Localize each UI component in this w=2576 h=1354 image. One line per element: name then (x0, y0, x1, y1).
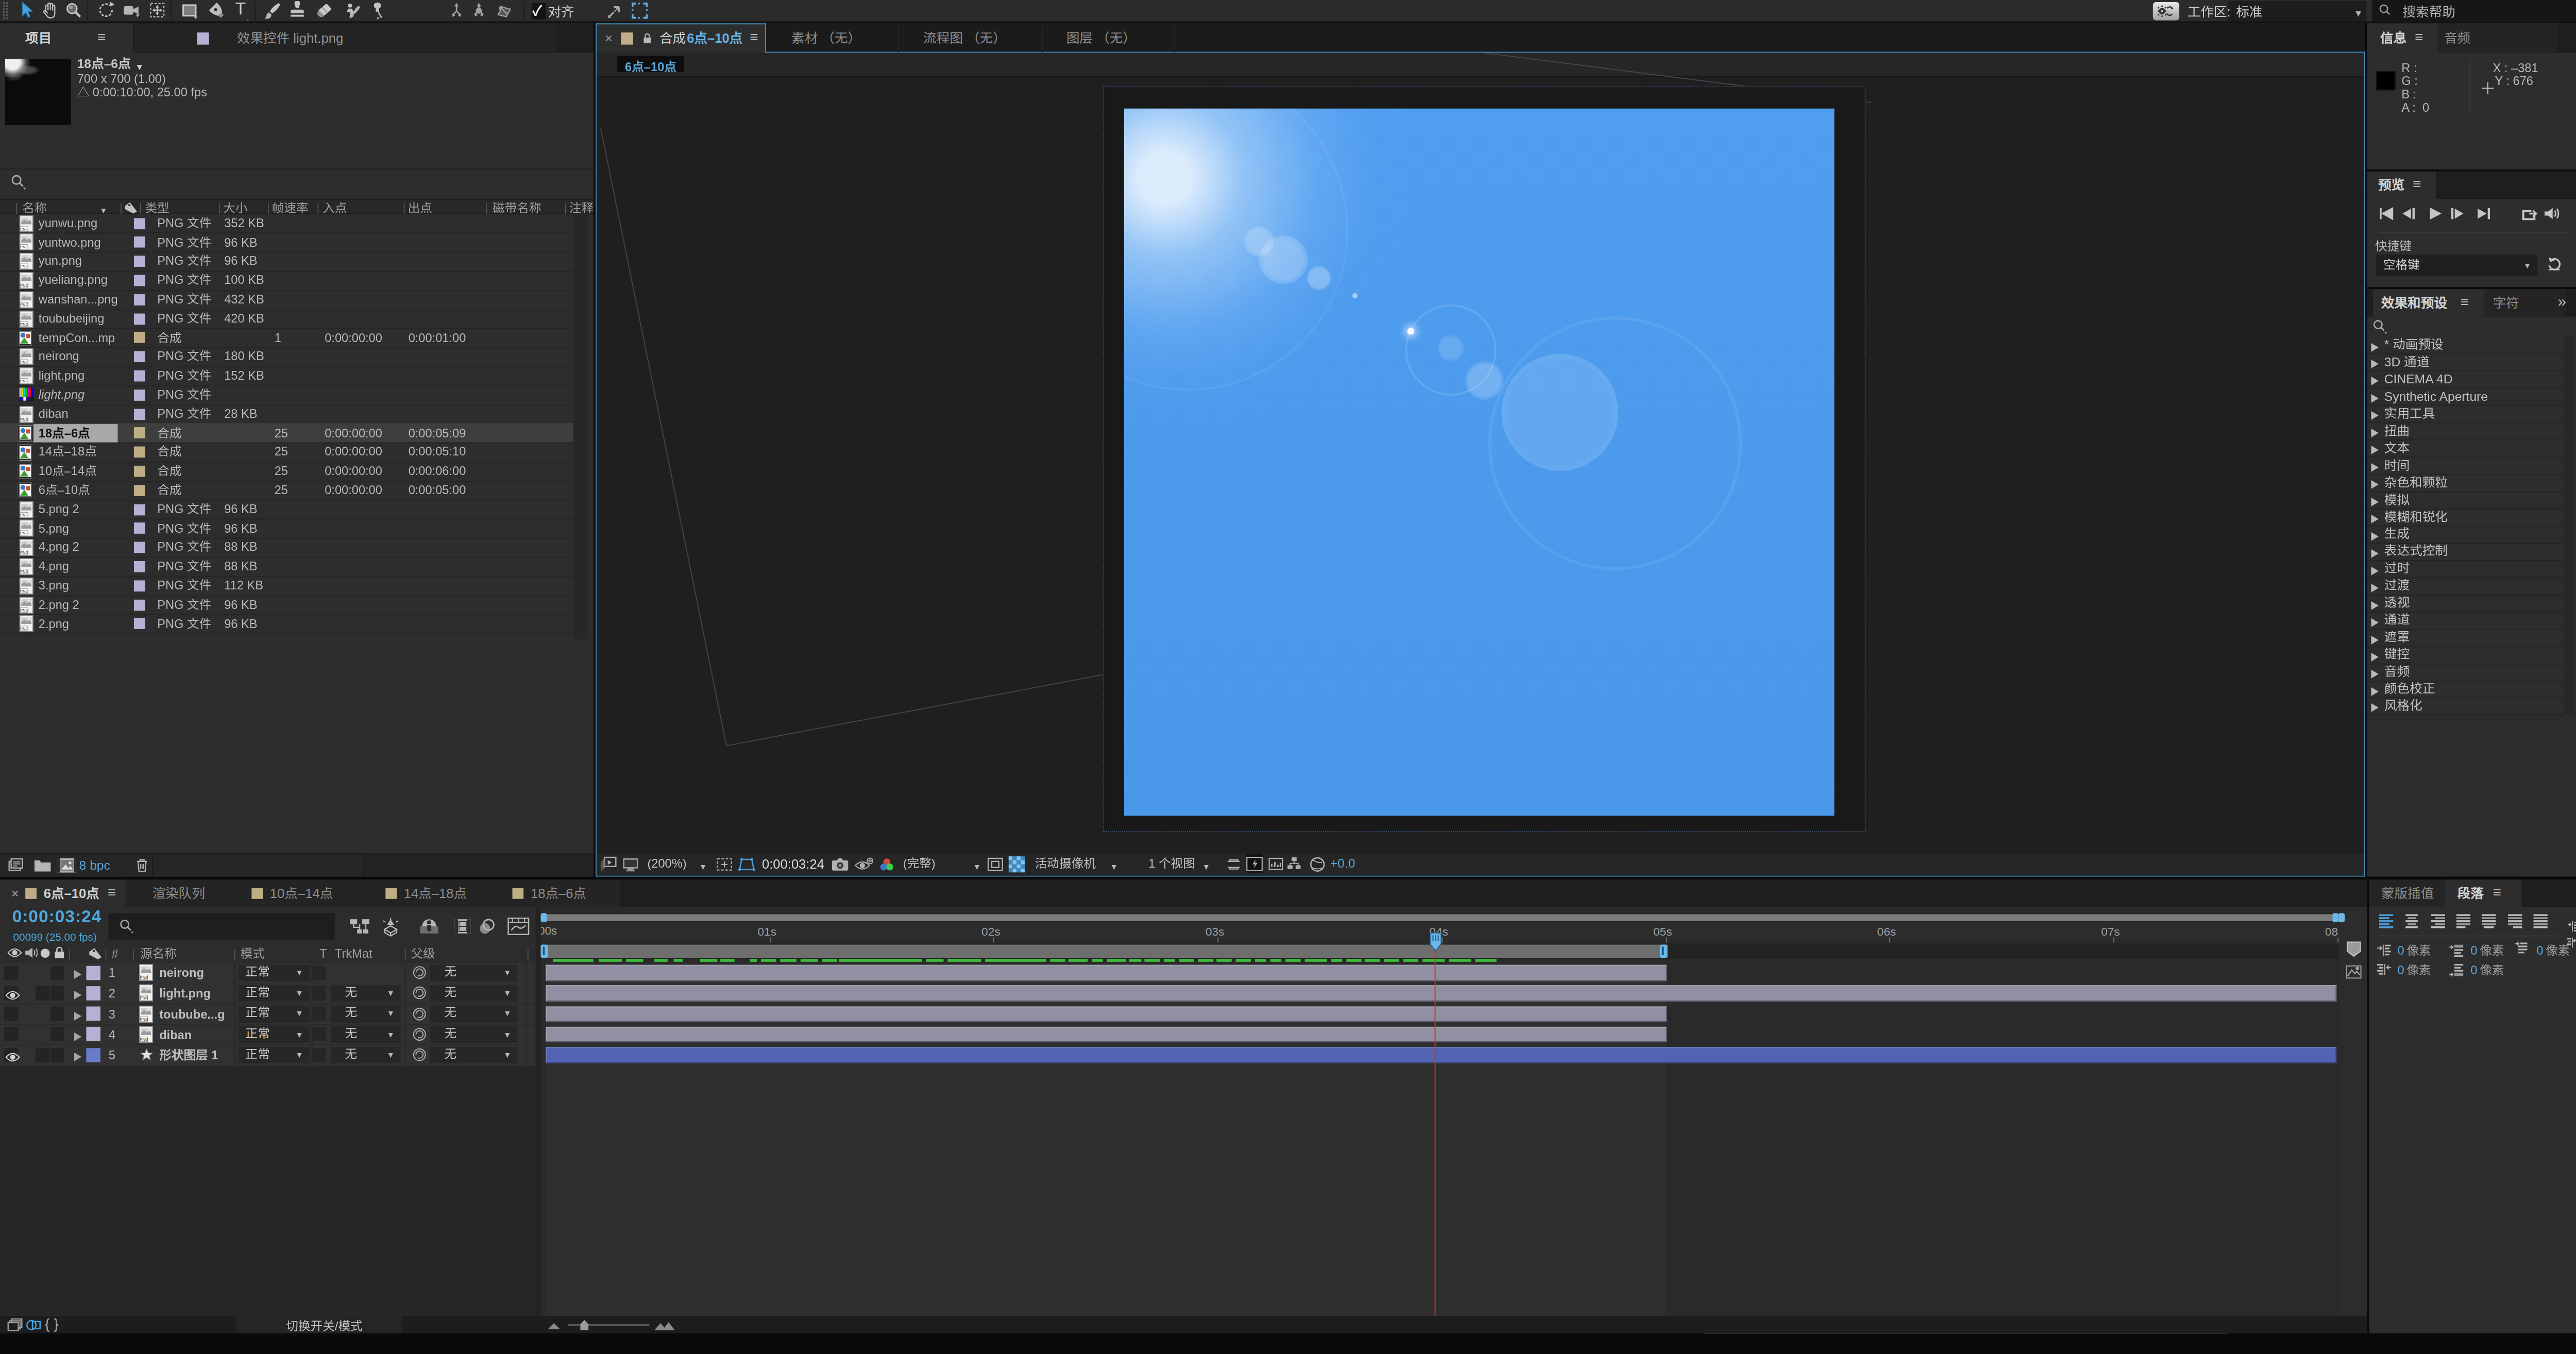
svg-text:PNG: PNG (140, 1017, 148, 1021)
svg-text:PNG: PNG (140, 1038, 148, 1042)
svg-text:PNG: PNG (21, 627, 28, 631)
svg-text:PNG: PNG (21, 322, 28, 326)
svg-text:PNG: PNG (140, 996, 148, 1001)
svg-text:PNG: PNG (21, 360, 28, 364)
svg-text:PNG: PNG (21, 570, 28, 574)
svg-text:PNG: PNG (21, 284, 28, 288)
svg-text:PNG: PNG (21, 227, 28, 231)
svg-text:PNG: PNG (21, 303, 28, 307)
svg-text:PNG: PNG (140, 976, 148, 980)
svg-text:PNG: PNG (21, 246, 28, 250)
svg-text:PNG: PNG (21, 551, 28, 555)
svg-text:PNG: PNG (21, 589, 28, 593)
svg-text:PNG: PNG (21, 265, 28, 269)
svg-text:PNG: PNG (21, 417, 28, 421)
svg-text:PNG: PNG (21, 608, 28, 612)
svg-text:PNG: PNG (21, 513, 28, 517)
svg-text:PNG: PNG (21, 379, 28, 383)
svg-text:PNG: PNG (21, 532, 28, 536)
